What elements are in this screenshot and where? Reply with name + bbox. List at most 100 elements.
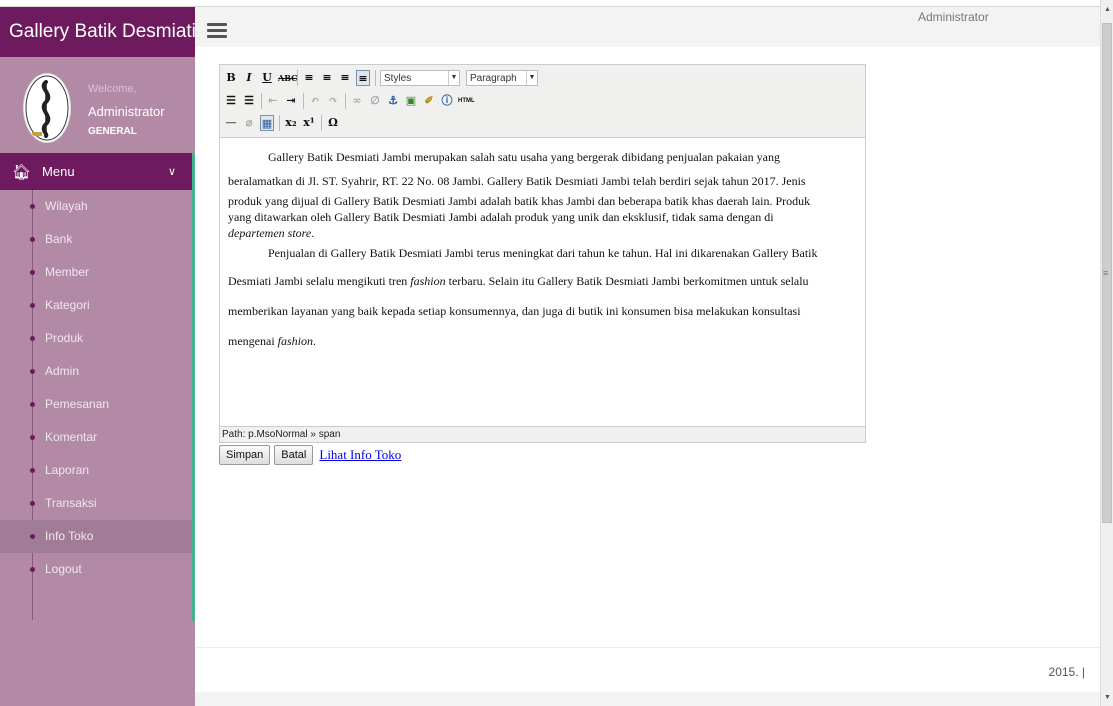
format-select[interactable]: Paragraph ▼ [466,70,538,86]
bullet-icon [30,204,35,209]
toolbar-separator [345,93,346,109]
horizontal-rule-icon[interactable]: — [224,115,238,131]
user-name: Administrator [88,104,165,119]
superscript-icon[interactable]: x¹ [302,115,316,131]
menu-header[interactable]: 🏠︎ Menu ∨ [0,153,195,190]
header-user-label[interactable]: Administrator [918,10,989,24]
text-line: yang ditawarkan oleh Gallery Batik Desmi… [228,210,774,224]
chevron-down-icon: ▼ [448,71,459,85]
top-border [0,0,1113,7]
view-info-link[interactable]: Lihat Info Toko [319,447,401,463]
sidebar-item-kategori[interactable]: Kategori [0,289,192,322]
page-scrollbar[interactable]: ▲ ≡ ▼ [1100,0,1113,706]
numbered-list-icon[interactable]: ☰ [242,93,256,109]
text-line: Gallery Batik Desmiati Jambi merupakan s… [268,150,780,164]
sidebar-item-transaksi[interactable]: Transaksi [0,487,192,520]
unlink-icon[interactable]: ∅ [368,93,382,109]
sidebar-item-komentar[interactable]: Komentar [0,421,192,454]
styles-select[interactable]: Styles ▼ [380,70,460,86]
sidebar-item-label: Laporan [45,463,90,477]
sidebar-item-label: Wilayah [45,199,88,213]
chevron-down-icon: ▼ [526,71,537,85]
toolbar-separator [321,115,322,131]
text-line: beralamatkan di Jl. ST. Syahrir, RT. 22 … [228,174,806,188]
footer-text: 2015. | [1048,665,1085,679]
sidebar-item-pemesanan[interactable]: Pemesanan [0,388,192,421]
undo-icon[interactable]: ↶ [308,93,322,109]
redo-icon[interactable]: ↷ [326,93,340,109]
bullet-icon [30,501,35,506]
special-char-icon[interactable]: Ω [326,115,340,131]
sidebar-item-label: Transaksi [45,496,97,510]
strikethrough-icon[interactable]: ABC [278,70,297,86]
underline-icon[interactable]: U [260,70,274,86]
sidebar-item-label: Produk [45,331,84,345]
sidebar-item-info-toko[interactable]: Info Toko [0,520,192,553]
text-punct: . [311,226,315,240]
toolbar-separator [261,93,262,109]
user-level: GENERAL [88,126,137,137]
editor-path-bar: Path: p.MsoNormal » span [220,426,865,442]
bullet-icon [30,435,35,440]
text-italic: fashion [410,274,446,288]
sidebar-item-label: Kategori [45,298,90,312]
text-line: terbaru. Selain itu Gallery Batik Desmia… [445,274,809,288]
bullet-icon [30,336,35,341]
home-icon: 🏠︎ [12,163,32,181]
save-button[interactable]: Simpan [219,445,271,465]
editor-body[interactable]: Gallery Batik Desmiati Jambi merupakan s… [228,147,856,356]
outdent-icon[interactable]: ⇤ [266,93,280,109]
remove-format-icon[interactable]: ⌀ [242,115,256,131]
text-line: mengenai [228,334,278,348]
sidebar-item-wilayah[interactable]: Wilayah [0,190,192,223]
sidebar-item-bank[interactable]: Bank [0,223,192,256]
toolbar-separator [303,93,304,109]
text-italic: fashion [277,334,313,348]
paragraph-1: Gallery Batik Desmiati Jambi merupakan s… [228,147,856,167]
align-left-icon[interactable]: ≡ [302,70,316,86]
sidebar-item-admin[interactable]: Admin [0,355,192,388]
sidebar-item-label: Member [45,265,90,279]
sidebar-item-label: Pemesanan [45,397,110,411]
subscript-icon[interactable]: x₂ [284,115,298,131]
format-select-value: Paragraph [470,73,517,84]
align-center-icon[interactable]: ≡ [320,70,334,86]
bullet-icon [30,567,35,572]
sidebar-item-laporan[interactable]: Laporan [0,454,192,487]
align-justify-icon[interactable]: ≡ [356,70,370,86]
link-icon[interactable]: ∞ [350,93,364,109]
scroll-grip-icon: ≡ [1103,268,1109,278]
image-icon[interactable]: ▣ [404,93,418,109]
hamburger-icon[interactable] [207,23,227,39]
cleanup-icon[interactable]: ✐ [422,93,436,109]
chevron-down-icon: ∨ [167,166,176,178]
italic-icon[interactable]: I [242,70,256,86]
sidebar-item-member[interactable]: Member [0,256,192,289]
sidebar-item-label: Admin [45,364,80,378]
visual-aid-icon[interactable]: ▦ [260,115,274,131]
html-source-button[interactable]: HTML [458,93,475,109]
bullet-icon [30,468,35,473]
bullet-icon [30,534,35,539]
logo-icon [25,75,69,141]
bullet-icon [30,270,35,275]
sidebar-item-produk[interactable]: Produk [0,322,192,355]
brand-title[interactable]: Gallery Batik Desmiati [0,7,195,57]
align-right-icon[interactable]: ≡ [338,70,352,86]
menu-heading: Menu [42,164,75,179]
sidebar-item-logout[interactable]: Logout [0,553,192,586]
paragraph-1-cont2: produk yang dijual di Gallery Batik Desm… [228,193,856,241]
scroll-up-icon[interactable]: ▲ [1104,6,1111,13]
user-panel: Welcome, Administrator GENERAL [0,57,195,153]
indent-icon[interactable]: ⇥ [284,93,298,109]
help-icon[interactable]: ⓘ [440,93,454,109]
bullet-list-icon[interactable]: ☰ [224,93,238,109]
cancel-button[interactable]: Batal [274,445,314,465]
rich-text-editor: B I U ABC ≡ ≡ ≡ ≡ Styles ▼ Paragraph ▼ ☰ ☰… [219,64,866,443]
text-line: Penjualan di Gallery Batik Desmiati Jamb… [268,246,818,260]
bullet-icon [30,369,35,374]
bold-icon[interactable]: B [224,70,238,86]
anchor-icon[interactable]: ⚓︎ [386,93,400,109]
text-punct: . [313,334,316,348]
scroll-down-icon[interactable]: ▼ [1104,694,1111,701]
